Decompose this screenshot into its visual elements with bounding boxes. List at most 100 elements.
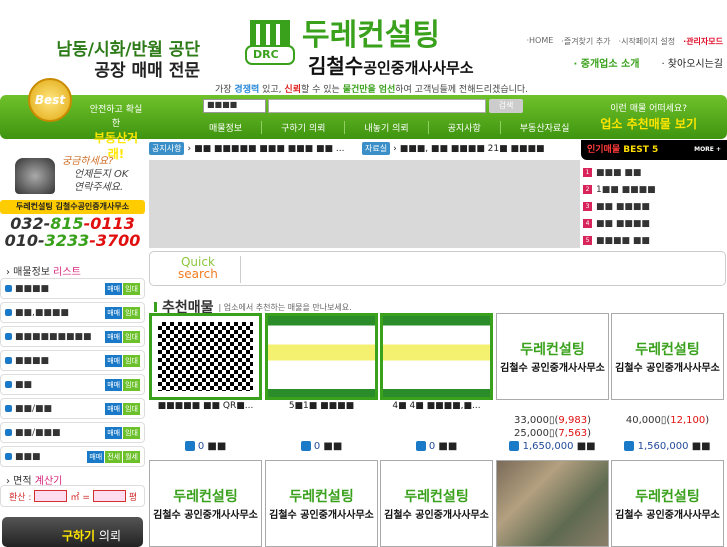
prompt-line2: 언제든지 OK <box>74 169 129 180</box>
notice-ticker[interactable]: 공지사항 › ■■ ■■■■■ ■■■ ■■■ ■■ ... <box>149 142 345 155</box>
pyeong-unit: 평 <box>128 492 138 503</box>
property-card-image[interactable]: 두레컨설팅 김철수 공인중개사사무소 <box>496 313 609 400</box>
set-homepage-link[interactable]: ·시작페이지 설정 <box>619 36 676 47</box>
count-value: 1,560,000 <box>637 441 689 452</box>
logo-title: 두레컨설팅 <box>302 18 440 53</box>
deal-type-tag[interactable]: 월세 <box>123 450 140 463</box>
office-intro-link[interactable]: · 중개업소 소개 <box>573 55 639 70</box>
price-red: 12,100 <box>670 415 706 426</box>
data-room-text[interactable]: ■■■, ■■ ■■■■ 21■ ■■■■ <box>400 144 545 154</box>
deal-type-tag[interactable]: 임대 <box>123 426 140 439</box>
property-price: 40,000▯(12,100) <box>625 415 710 426</box>
deal-type-tag[interactable]: 임대 <box>123 402 140 415</box>
search-button[interactable]: 검색 <box>489 99 523 113</box>
count-icon <box>624 441 635 451</box>
best5-more-link[interactable]: MORE + <box>694 140 721 160</box>
deal-type-tag[interactable]: 매매 <box>105 282 123 295</box>
count-value: 0 <box>197 441 205 452</box>
slogan-part: 하여 고객님들께 전해드리겠습니다. <box>395 85 529 95</box>
item-label: ■■/■■ <box>15 403 53 414</box>
property-caption[interactable]: 4■ 4■ ■■■■,■... <box>380 401 493 411</box>
sidebar-listing-item[interactable]: ■■■■ 매매 임대 <box>0 278 145 299</box>
item-tags: 매매 임대 <box>105 426 140 439</box>
building-logo-icon <box>245 20 295 65</box>
deal-type-tag[interactable]: 임대 <box>123 306 140 319</box>
deal-type-tag[interactable]: 전세 <box>105 450 123 463</box>
property-caption[interactable]: 5■1■ ■■■■ <box>265 401 378 411</box>
best5-item[interactable]: 2 1■■ ■■■■ <box>583 181 725 198</box>
search-input[interactable] <box>268 99 486 113</box>
data-room-badge: 자료실 <box>362 142 391 155</box>
data-room-ticker[interactable]: 자료실 › ■■■, ■■ ■■■■ 21■ ■■■■ <box>362 142 545 155</box>
property-card-image[interactable] <box>265 313 378 400</box>
item-label: ■■■■ <box>15 355 50 366</box>
property-card-image[interactable]: 두레컨설팅 김철수 공인중개사사무소 <box>380 460 493 547</box>
nav-request-sell[interactable]: 내놓기 의뢰 <box>344 121 427 134</box>
property-card-image[interactable] <box>380 313 493 400</box>
request-buy-button[interactable]: 구하기 의뢰 <box>2 517 143 547</box>
site-logo[interactable]: DRC 두레컨설팅 김철수공인중개사사무소 <box>240 8 500 78</box>
bookmark-link[interactable]: ·즐겨찾기 추가 <box>561 36 610 47</box>
sidebar-listing-item[interactable]: ■■/■■ 매매 임대 <box>0 398 145 419</box>
property-count: 1,560,000 ■■ <box>611 441 724 452</box>
recommend-link[interactable]: 이런 매물 어떠세요? 업소 추천매물 보기 <box>600 102 697 134</box>
sidebar-listing-item[interactable]: ■■■ 매매 전세 월세 <box>0 446 145 467</box>
deal-type-tag[interactable]: 임대 <box>123 282 140 295</box>
slogan-part: 있고, <box>259 85 285 95</box>
directions-link[interactable]: · 찾아오시는길 <box>661 55 723 70</box>
count-value: 0 <box>428 441 436 452</box>
sidebar-listing-item[interactable]: ■■,■■■■ 매매 임대 <box>0 302 145 323</box>
deal-type-tag[interactable]: 매매 <box>105 306 123 319</box>
property-card-image[interactable]: 두레컨설팅 김철수 공인중개사사무소 <box>611 460 724 547</box>
deal-type-tag[interactable]: 매매 <box>87 450 105 463</box>
slogan-part: 엄선 <box>378 85 396 95</box>
sqm-input[interactable] <box>34 490 68 502</box>
best5-item[interactable]: 3 ■■ ■■■■ <box>583 198 725 215</box>
rec-line2: 업소 추천매물 보기 <box>600 117 697 131</box>
best5-item[interactable]: 5 ■■■■ ■■ <box>583 232 725 249</box>
sidebar-listing-item[interactable]: ■■/■■■ 매매 임대 <box>0 422 145 443</box>
nav-data-room[interactable]: 부동산자료실 <box>499 121 589 134</box>
notice-text[interactable]: ■■ ■■■■■ ■■■ ■■■ ■■ ... <box>194 144 344 154</box>
property-count: 0 ■■ <box>265 441 378 452</box>
deal-type-tag[interactable]: 매매 <box>105 354 123 367</box>
deal-type-tag[interactable]: 임대 <box>123 378 140 391</box>
deal-type-tag[interactable]: 임대 <box>123 354 140 367</box>
img-title: 두레컨설팅 <box>404 489 469 505</box>
best5-item-label: 1■■ ■■■■ <box>596 184 656 195</box>
nav-notice[interactable]: 공지사항 <box>427 121 500 134</box>
bullet-icon <box>5 453 12 460</box>
search-category-select[interactable]: ■■■■ <box>203 99 266 113</box>
nav-request-buy[interactable]: 구하기 의뢰 <box>261 121 344 134</box>
nav-listings[interactable]: 매물정보 <box>190 121 261 134</box>
sidebar-listing-item[interactable]: ■■ 매매 임대 <box>0 374 145 395</box>
item-label: ■■■■ <box>15 283 50 294</box>
property-card-image[interactable]: 두레컨설팅 김철수 공인중개사사무소 <box>265 460 378 547</box>
best5-item[interactable]: 4 ■■ ■■■■ <box>583 215 725 232</box>
deal-type-tag[interactable]: 매매 <box>105 378 123 391</box>
property-card-image[interactable]: 두레컨설팅 김철수 공인중개사사무소 <box>611 313 724 400</box>
property-card-image[interactable] <box>496 460 609 547</box>
count-unit: ■■ <box>207 441 227 452</box>
count-unit: ■■ <box>438 441 458 452</box>
property-count: 1,650,000 ■■ <box>496 441 609 452</box>
bullet-icon <box>5 357 12 364</box>
pyeong-input[interactable] <box>92 490 126 502</box>
deal-type-tag[interactable]: 매매 <box>105 402 123 415</box>
property-card-image[interactable]: 두레컨설팅 김철수 공인중개사사무소 <box>149 460 262 547</box>
deal-type-tag[interactable]: 임대 <box>123 330 140 343</box>
heading-accent: 리스트 <box>53 267 81 278</box>
property-caption[interactable]: ■■■■■ ■■ QR■... <box>149 401 262 411</box>
property-card-image[interactable] <box>149 313 262 400</box>
sidebar-listing-item[interactable]: ■■■■ 매매 임대 <box>0 350 145 371</box>
best5-item[interactable]: 1 ■■■ ■■ <box>583 164 725 181</box>
btn-part: 구하기 <box>61 529 96 543</box>
price-text: 40,000▯( <box>625 415 671 426</box>
best5-title: 인기매물 BEST 5 <box>587 140 658 160</box>
btn-part: 의뢰 <box>95 529 121 543</box>
admin-link[interactable]: ·관리자모드 <box>683 36 723 47</box>
deal-type-tag[interactable]: 매매 <box>105 330 123 343</box>
home-link[interactable]: ·HOME <box>526 36 553 47</box>
sidebar-listing-item[interactable]: ■■■■■■■■■ 매매 임대 <box>0 326 145 347</box>
deal-type-tag[interactable]: 매매 <box>105 426 123 439</box>
